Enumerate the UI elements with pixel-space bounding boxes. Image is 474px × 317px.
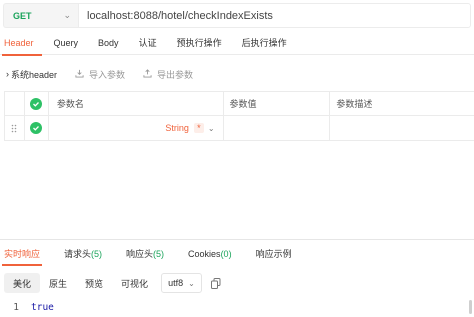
import-icon	[75, 69, 84, 80]
export-params-button[interactable]: 导出参数	[143, 68, 193, 81]
tab-auth[interactable]: 认证	[129, 31, 167, 55]
export-params-label: 导出参数	[157, 69, 194, 80]
chevron-down-icon: ⌄	[207, 123, 215, 133]
param-name-input[interactable]: String * ⌄	[49, 116, 224, 140]
line-number: 1	[13, 301, 19, 313]
response-body[interactable]: 1 true	[0, 299, 474, 315]
param-type-label: String	[165, 123, 189, 133]
tab-body[interactable]: Body	[88, 31, 129, 55]
column-header-name: 参数名	[49, 92, 224, 115]
url-bar: GET ⌄ localhost:8088/hotel/checkIndexExi…	[3, 3, 471, 28]
copy-icon[interactable]	[210, 277, 222, 289]
drag-handle-icon[interactable]	[5, 116, 25, 140]
url-input[interactable]: localhost:8088/hotel/checkIndexExists	[78, 3, 471, 28]
tab-cookies[interactable]: Cookies(0)	[176, 242, 244, 266]
tab-label: 请求头	[64, 249, 92, 259]
tab-header[interactable]: Header	[0, 31, 44, 56]
visualize-button[interactable]: 可视化	[112, 273, 157, 293]
system-header-label: 系统header	[11, 69, 58, 80]
response-tabs: 实时响应 请求头(5) 响应头(5) Cookies(0) 响应示例	[0, 242, 474, 266]
beautify-button[interactable]: 美化	[4, 273, 41, 293]
table-row: String * ⌄	[5, 116, 474, 140]
panel-divider[interactable]	[0, 239, 474, 240]
check-icon	[30, 97, 43, 110]
encoding-select[interactable]: utf8 ⌄	[161, 273, 202, 293]
method-label: GET	[13, 10, 32, 21]
tab-response-headers[interactable]: 响应头(5)	[114, 242, 176, 266]
import-params-label: 导入参数	[89, 69, 126, 80]
preview-button[interactable]: 预览	[76, 273, 112, 293]
import-params-button[interactable]: 导入参数	[75, 68, 125, 81]
tab-label: 响应头	[126, 249, 154, 259]
tab-post-script[interactable]: 后执行操作	[232, 31, 297, 55]
tab-response-examples[interactable]: 响应示例	[244, 242, 304, 266]
param-value-input[interactable]	[224, 116, 331, 140]
column-header-value: 参数值	[224, 92, 331, 115]
tab-query[interactable]: Query	[44, 31, 89, 55]
system-header-toggle[interactable]: › 系统header	[6, 68, 57, 81]
check-icon	[30, 122, 43, 134]
chevron-down-icon: ⌄	[63, 10, 71, 20]
drag-column-header	[5, 92, 25, 115]
request-tabs: Header Query Body 认证 预执行操作 后执行操作	[0, 31, 474, 56]
chevron-down-icon: ⌄	[188, 278, 195, 288]
select-all-checkbox[interactable]	[25, 92, 49, 115]
scrollbar-thumb[interactable]	[469, 300, 472, 314]
tab-live-response[interactable]: 实时响应	[0, 242, 52, 266]
raw-button[interactable]: 原生	[40, 273, 76, 293]
row-enabled-checkbox[interactable]	[25, 116, 49, 140]
tab-count: (5)	[153, 249, 165, 259]
chevron-right-icon: ›	[6, 69, 9, 79]
param-description-input[interactable]	[330, 116, 474, 140]
response-content: true	[31, 301, 54, 313]
header-toolbar: › 系统header 导入参数 导出参数	[6, 64, 211, 84]
export-icon	[143, 68, 152, 80]
required-marker[interactable]: *	[193, 123, 204, 133]
tab-request-headers[interactable]: 请求头(5)	[52, 242, 114, 266]
tab-count: (0)	[220, 249, 232, 259]
method-select[interactable]: GET ⌄	[3, 3, 78, 28]
tab-label: 实时响应	[4, 249, 41, 259]
tab-label: 响应示例	[255, 249, 292, 259]
encoding-value: utf8	[168, 278, 184, 288]
response-toolbar: 美化 原生 预览 可视化 utf8 ⌄	[4, 273, 222, 293]
table-header-row: 参数名 参数值 参数描述	[5, 92, 474, 116]
tab-count: (5)	[91, 249, 103, 259]
tab-label: Cookies	[188, 249, 221, 259]
column-header-description: 参数描述	[336, 99, 373, 109]
params-table: 参数名 参数值 参数描述 String * ⌄	[4, 91, 474, 141]
param-type-select[interactable]: String * ⌄	[165, 123, 222, 133]
tab-pre-script[interactable]: 预执行操作	[167, 31, 232, 55]
